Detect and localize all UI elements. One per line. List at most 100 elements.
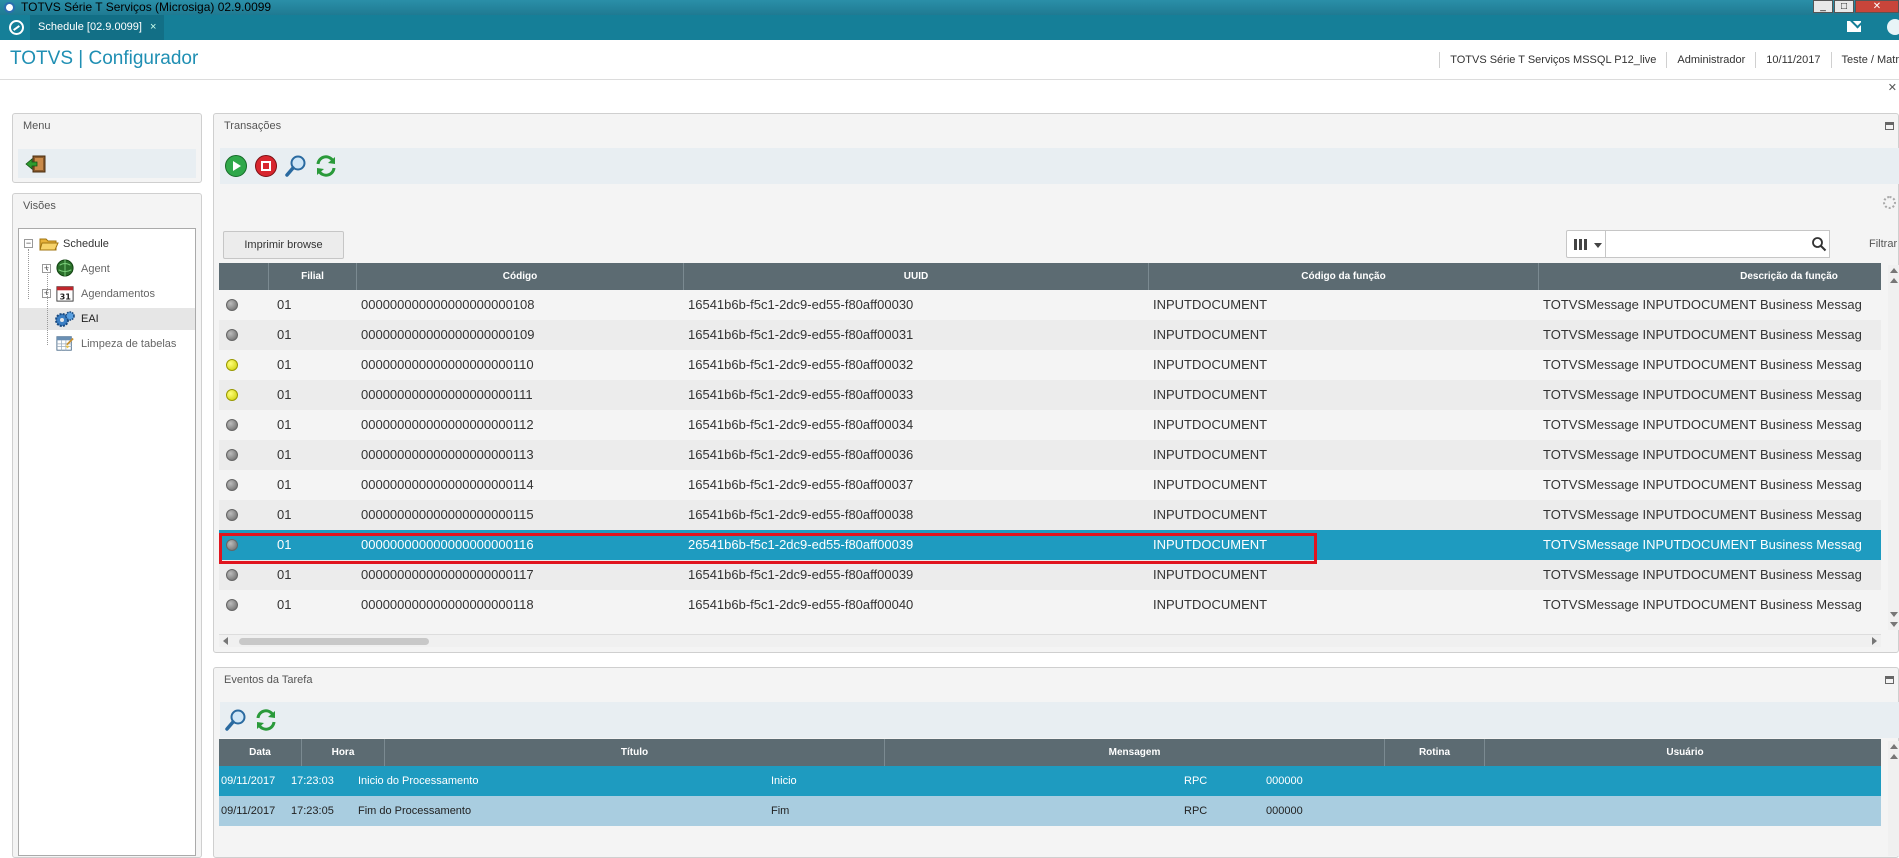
header-meta: TOTVS Série T Serviços MSSQL P12_live Ad… — [1439, 40, 1899, 80]
cell-codigo: 000000000000000000000112 — [361, 417, 534, 432]
cell-codigo-funcao: INPUTDOCUMENT — [1153, 567, 1268, 582]
table-row[interactable]: 01 000000000000000000000110 16541b6b-f5c1-… — [219, 350, 1881, 380]
column-header-usuario[interactable]: Usuário — [1485, 739, 1885, 766]
cell-hora: 17:23:05 — [291, 805, 334, 817]
vertical-scrollbar[interactable] — [1888, 265, 1899, 630]
cell-codigo: 000000000000000000000118 — [361, 597, 534, 612]
vertical-scrollbar[interactable] — [1888, 741, 1899, 856]
visoes-panel-title: Visões — [23, 200, 56, 212]
scroll-page-down-icon[interactable] — [1890, 612, 1898, 617]
tree-item-limpeza[interactable]: Limpeza de tabelas — [19, 333, 195, 355]
mail-icon[interactable] — [1847, 21, 1861, 32]
user-label[interactable]: Administrador — [1666, 52, 1755, 68]
refresh-icon[interactable] — [314, 154, 338, 178]
panel-collapse-icon[interactable] — [1885, 676, 1894, 684]
cell-codigo: 000000000000000000000111 — [361, 387, 533, 402]
cell-uuid: 16541b6b-f5c1-2dc9-ed55-f80aff00030 — [688, 297, 914, 312]
collapse-icon[interactable]: − — [24, 239, 33, 248]
table-row[interactable]: 01 000000000000000000000108 16541b6b-f5c1-… — [219, 290, 1881, 320]
cell-usuario: 000000 — [1266, 805, 1303, 817]
menu-panel-title: Menu — [23, 120, 51, 132]
column-header-codigo[interactable]: Código — [357, 263, 684, 290]
cell-uuid: 16541b6b-f5c1-2dc9-ed55-f80aff00037 — [688, 477, 914, 492]
search-icon[interactable] — [224, 708, 248, 732]
selected-row-highlight — [219, 533, 1317, 564]
tab-schedule[interactable]: Schedule [02.9.0099] × — [30, 15, 165, 40]
table-row[interactable]: 01 000000000000000000000111 16541b6b-f5c1-… — [219, 380, 1881, 410]
table-row[interactable]: 09/11/2017 17:23:03 Inicio do Processament… — [219, 766, 1881, 796]
tree-item-eai[interactable]: EAI — [19, 308, 195, 330]
stop-icon[interactable] — [254, 154, 278, 178]
table-row[interactable]: 01 000000000000000000000112 16541b6b-f5c1-… — [219, 410, 1881, 440]
scroll-up-icon[interactable] — [1890, 744, 1898, 749]
tree-item-agent[interactable]: + Agent — [19, 258, 195, 280]
tree-item-label: Agent — [81, 263, 110, 275]
minimize-button[interactable]: _ — [1813, 0, 1833, 13]
column-header-status[interactable] — [219, 263, 269, 290]
table-row[interactable]: 01 000000000000000000000114 16541b6b-f5c1-… — [219, 470, 1881, 500]
table-clean-icon — [56, 336, 74, 351]
cell-descricao-funcao: TOTVSMessage INPUTDOCUMENT Business Mess… — [1543, 477, 1862, 492]
settings-gear-icon[interactable] — [1883, 196, 1896, 209]
header-close-icon[interactable]: ✕ — [1888, 81, 1897, 94]
tree-line — [47, 269, 48, 345]
refresh-icon[interactable] — [254, 708, 278, 732]
table-row[interactable]: 01 000000000000000000000115 16541b6b-f5c1-… — [219, 500, 1881, 530]
search-icon[interactable] — [284, 154, 308, 178]
totvs-logo-icon[interactable] — [9, 20, 24, 35]
scroll-page-up-icon[interactable] — [1890, 278, 1898, 283]
scroll-down-icon[interactable] — [1890, 622, 1898, 627]
visoes-panel: Visões − Schedule + Agent + 31 Agendamen… — [12, 193, 202, 858]
tree-item-schedule[interactable]: − Schedule — [19, 233, 195, 255]
table-row[interactable]: 01 000000000000000000000113 16541b6b-f5c1-… — [219, 440, 1881, 470]
cell-descricao-funcao: TOTVSMessage INPUTDOCUMENT Business Mess… — [1543, 297, 1862, 312]
column-header-titulo[interactable]: Título — [385, 739, 885, 766]
panel-collapse-icon[interactable] — [1885, 122, 1894, 130]
column-header-hora[interactable]: Hora — [302, 739, 385, 766]
branch-label[interactable]: Teste / Matr — [1830, 52, 1899, 68]
play-icon[interactable] — [224, 154, 248, 178]
gears-icon — [55, 311, 75, 327]
column-header-uuid[interactable]: UUID — [684, 263, 1149, 290]
scroll-left-icon[interactable] — [223, 637, 228, 645]
cell-filial: 01 — [277, 327, 292, 342]
print-browse-button[interactable]: Imprimir browse — [223, 231, 344, 259]
close-button[interactable]: ✕ — [1855, 0, 1899, 13]
horizontal-scroll-thumb[interactable] — [239, 638, 429, 645]
cell-codigo: 000000000000000000000114 — [361, 477, 534, 492]
search-icon[interactable] — [1811, 236, 1827, 252]
cell-uuid: 16541b6b-f5c1-2dc9-ed55-f80aff00034 — [688, 417, 914, 432]
exit-icon[interactable] — [25, 155, 47, 173]
status-indicator-icon — [226, 509, 238, 521]
column-header-descricao-funcao[interactable]: Descrição da função — [1539, 263, 1899, 290]
table-row[interactable]: 09/11/2017 17:23:05 Fim do Processamento Fi… — [219, 796, 1881, 826]
table-row[interactable]: 01 000000000000000000000118 16541b6b-f5c1-… — [219, 590, 1881, 620]
cell-codigo-funcao: INPUTDOCUMENT — [1153, 477, 1268, 492]
table-row[interactable]: 01 000000000000000000000117 16541b6b-f5c1-… — [219, 560, 1881, 590]
cell-codigo-funcao: INPUTDOCUMENT — [1153, 387, 1268, 402]
column-header-mensagem[interactable]: Mensagem — [885, 739, 1385, 766]
tree-item-agendamentos[interactable]: + 31 Agendamentos — [19, 283, 195, 305]
cell-descricao-funcao: TOTVSMessage INPUTDOCUMENT Business Mess… — [1543, 417, 1862, 432]
column-header-rotina[interactable]: Rotina — [1385, 739, 1485, 766]
environment-label[interactable]: TOTVS Série T Serviços MSSQL P12_live — [1439, 52, 1666, 68]
column-header-data[interactable]: Data — [219, 739, 302, 766]
table-row[interactable]: 01 000000000000000000000109 16541b6b-f5c1-… — [219, 320, 1881, 350]
filter-label[interactable]: Filtrar — [1869, 238, 1897, 250]
cell-codigo: 000000000000000000000109 — [361, 327, 535, 342]
scroll-page-up-icon[interactable] — [1890, 754, 1898, 759]
tab-label: Schedule [02.9.0099] — [38, 21, 142, 33]
date-label[interactable]: 10/11/2017 — [1755, 52, 1830, 68]
column-header-filial[interactable]: Filial — [269, 263, 357, 290]
user-icon[interactable] — [1887, 19, 1899, 35]
maximize-button[interactable]: □ — [1834, 0, 1854, 13]
column-selector[interactable] — [1566, 230, 1606, 258]
scroll-right-icon[interactable] — [1872, 637, 1877, 645]
column-header-codigo-funcao[interactable]: Código da função — [1149, 263, 1539, 290]
tab-close-icon[interactable]: × — [150, 15, 156, 40]
scroll-up-icon[interactable] — [1890, 268, 1898, 273]
cell-filial: 01 — [277, 597, 292, 612]
horizontal-scrollbar[interactable] — [219, 634, 1881, 647]
search-input[interactable] — [1606, 230, 1830, 258]
cell-rotina: RPC — [1184, 775, 1208, 787]
